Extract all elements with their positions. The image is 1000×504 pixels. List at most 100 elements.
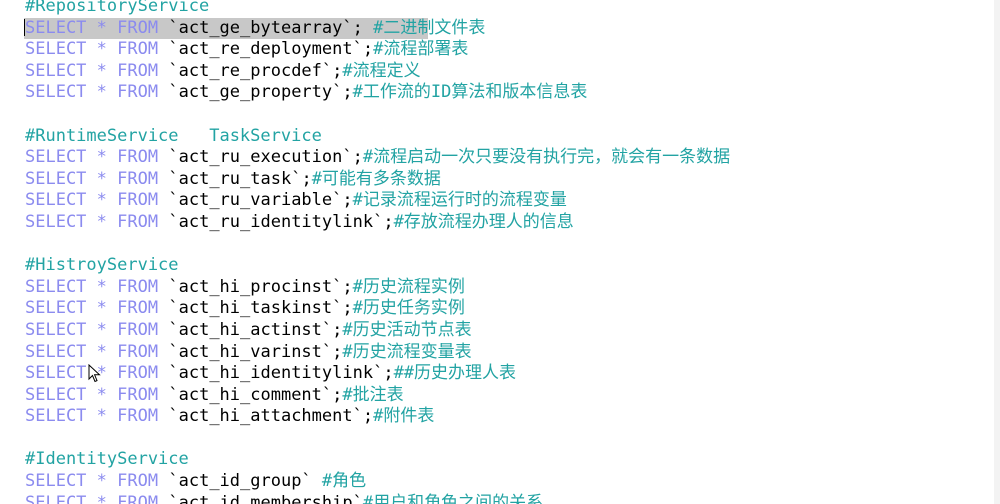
sql-line[interactable]: SELECT * FROM `act_hi_attachment`;#附件表 [25,406,730,428]
line-comment: #历史流程变量表 [342,341,472,362]
sql-line[interactable]: SELECT * FROM `act_hi_varinst`;#历史流程变量表 [25,342,730,364]
line-comment: #用户和角色之间的关系 [362,492,544,504]
sql-line[interactable]: SELECT * FROM `act_ge_property`;#工作流的ID算… [25,82,730,104]
table-name: `act_re_procdef` [168,60,333,81]
from-keyword: FROM [117,492,159,504]
star-operator: * [96,60,107,81]
from-keyword: FROM [117,82,159,103]
line-comment: #流程启动一次只要没有执行完，就会有一条数据 [362,147,731,168]
select-keyword: SELECT [25,298,87,319]
editor-right-edge [994,0,1000,504]
statement-separator: ; [332,341,343,362]
blank-line[interactable] [25,234,730,256]
statement-separator: ; [383,211,394,232]
sql-line[interactable]: SELECT * FROM `act_ge_bytearray`; #二进制文件… [24,17,485,40]
line-comment: #历史活动节点表 [342,319,472,340]
from-keyword: FROM [117,319,159,340]
sql-line[interactable]: SELECT * FROM `act_hi_taskinst`;#历史任务实例 [25,298,730,320]
sql-line[interactable]: SELECT * FROM `act_ru_task`;#可能有多条数据 [25,169,730,191]
section-comment: #RepositoryService [25,0,210,16]
from-keyword: FROM [117,341,159,362]
sql-line[interactable]: SELECT * FROM `act_hi_comment`;#批注表 [25,385,730,407]
section-comment-line[interactable]: #IdentityService [25,449,730,471]
section-comment: #HistroyService [25,255,179,276]
table-name: `act_hi_comment` [168,384,333,405]
sql-line[interactable]: SELECT * FROM `act_ru_identitylink`;#存放流… [25,212,730,234]
from-keyword: FROM [117,147,159,168]
sql-line[interactable]: SELECT * FROM `act_hi_identitylink`;##历史… [25,363,730,385]
section-comment-line[interactable]: #RepositoryService [25,0,730,18]
statement-separator: ; [383,363,394,384]
statement-separator: ; [332,60,343,81]
star-operator: * [96,211,107,232]
select-keyword: SELECT [25,39,87,60]
select-keyword: SELECT [25,319,87,340]
statement-separator: ; [332,384,343,405]
sql-line[interactable]: SELECT * FROM `act_id_membership`#用户和角色之… [25,493,730,504]
sql-line[interactable]: SELECT * FROM `act_re_deployment`;#流程部署表 [25,39,730,61]
from-keyword: FROM [117,60,159,81]
line-comment: #记录流程运行时的流程变量 [352,190,567,211]
select-keyword: SELECT [25,341,87,362]
select-keyword: SELECT [25,471,87,492]
line-comment: #可能有多条数据 [311,168,441,189]
line-comment: #工作流的ID算法和版本信息表 [352,82,588,103]
select-keyword: SELECT [25,276,87,297]
sql-line[interactable]: SELECT * FROM `act_id_group` #角色 [25,471,730,493]
star-operator: * [96,341,107,362]
select-keyword: SELECT [25,492,87,504]
star-operator: * [96,168,107,189]
statement-separator: ; [301,168,312,189]
table-name: `act_hi_actinst` [168,319,333,340]
star-operator: * [96,363,107,384]
from-keyword: FROM [117,190,159,211]
statement-separator: ; [362,39,374,60]
star-operator: * [96,471,107,492]
statement-separator: ; [342,276,353,297]
table-name: `act_ru_task` [168,168,302,189]
star-operator: * [96,17,107,38]
table-name: `act_ru_execution` [168,147,353,168]
section-comment-line[interactable]: #HistroyService [25,255,730,277]
blank-line[interactable] [25,104,730,126]
editor-text-area[interactable]: #RepositoryService SELECT * FROM `act_ge_… [24,0,730,504]
select-keyword: SELECT [25,363,87,384]
star-operator: * [96,276,107,297]
from-keyword: FROM [117,276,159,297]
line-comment: #角色 [321,471,367,492]
statement-separator: ; [342,82,353,103]
table-name: `act_hi_attachment` [168,406,363,427]
line-comment: #流程定义 [342,60,421,81]
sql-line[interactable]: SELECT * FROM `act_hi_actinst`;#历史活动节点表 [25,320,730,342]
sql-line[interactable]: SELECT * FROM `act_re_procdef`;#流程定义 [25,61,730,83]
line-comment: #附件表 [373,406,435,427]
statement-separator [312,471,322,491]
from-keyword: FROM [117,384,159,405]
line-comment: #二进制文件表 [373,17,486,38]
sql-line[interactable]: SELECT * FROM `act_hi_procinst`;#历史流程实例 [25,277,730,299]
sql-line[interactable]: SELECT * FROM `act_ru_execution`;#流程启动一次… [25,147,730,169]
table-name: `act_ru_identitylink` [168,211,384,232]
star-operator: * [96,39,107,60]
statement-separator: ; [352,147,363,168]
table-name: `act_ru_variable` [168,190,343,211]
blank-line[interactable] [25,428,730,450]
section-comment-line[interactable]: #RuntimeService TaskService [25,126,730,148]
select-keyword: SELECT [25,17,87,38]
star-operator: * [96,147,107,168]
statement-separator: ; [362,406,374,427]
statement-separator: ; [342,190,353,211]
line-comment: #流程部署表 [373,39,469,60]
table-name: `act_ge_bytearray` [168,17,353,38]
code-editor[interactable]: #RepositoryService SELECT * FROM `act_ge_… [0,0,1000,504]
from-keyword: FROM [117,168,159,189]
star-operator: * [96,319,107,340]
line-comment: #历史流程实例 [352,276,465,297]
table-name: `act_id_membership` [168,492,363,504]
sql-line[interactable]: SELECT * FROM `act_ru_variable`;#记录流程运行时… [25,190,730,212]
statement-separator: ; [352,17,374,38]
table-name: `act_ge_property` [168,82,343,103]
line-comment: #历史任务实例 [352,298,465,319]
star-operator: * [96,82,107,103]
line-comment: #存放流程办理人的信息 [393,211,574,232]
